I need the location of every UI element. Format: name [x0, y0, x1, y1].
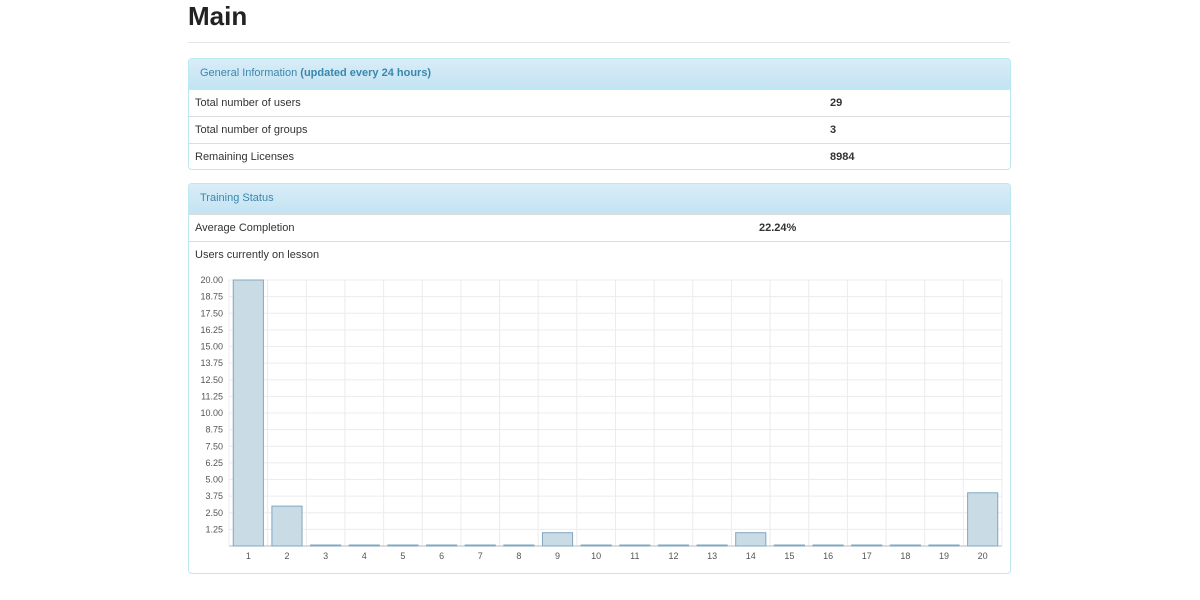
x-tick-label: 9 [555, 551, 560, 561]
bar [773, 544, 805, 547]
bar [696, 544, 728, 547]
general-information-heading: General Information (updated every 24 ho… [189, 59, 1010, 89]
page-title: Main [188, 1, 248, 31]
x-tick-label: 5 [400, 551, 405, 561]
general-heading-label: General Information [200, 67, 298, 79]
x-tick-label: 17 [862, 551, 872, 561]
average-completion-label: Average Completion [195, 222, 295, 234]
remaining-licenses-label: Remaining Licenses [195, 151, 295, 163]
y-tick-label: 11.25 [201, 391, 223, 401]
y-tick-label: 20.00 [200, 275, 223, 285]
x-tick-label: 4 [362, 551, 367, 561]
x-tick-label: 6 [439, 551, 444, 561]
bar [580, 544, 612, 547]
x-tick-label: 10 [591, 551, 601, 561]
x-tick-label: 11 [630, 551, 639, 561]
x-tick-label: 8 [516, 551, 521, 561]
x-tick-label: 7 [478, 551, 483, 561]
x-tick-label: 16 [823, 551, 833, 561]
table-row: Average Completion 22.24% [189, 214, 1010, 241]
bar [928, 544, 960, 547]
y-tick-label: 10.00 [200, 408, 223, 418]
y-tick-label: 2.50 [205, 508, 223, 518]
x-tick-label: 14 [746, 551, 756, 561]
remaining-licenses-value: 8984 [830, 151, 855, 163]
training-heading-label: Training Status [200, 192, 274, 204]
users-on-lesson-label: Users currently on lesson [195, 249, 320, 261]
users-count-label: Total number of users [195, 97, 301, 109]
bar [889, 544, 921, 547]
y-tick-label: 5.00 [205, 475, 223, 485]
y-tick-label: 15.00 [200, 342, 223, 352]
bar [464, 544, 496, 547]
table-row: Total number of groups 3 [189, 116, 1010, 143]
lesson-chart-area: 1.25 2.50 3.75 5.00 6.25 7.50 8.75 10.00 11.25 12… [189, 267, 1010, 573]
x-tick-label: 1 [246, 551, 251, 561]
y-tick-label: 18.75 [200, 292, 223, 302]
training-status-heading: Training Status [189, 184, 1010, 214]
x-tick-label: 13 [707, 551, 717, 561]
bar [387, 544, 419, 547]
training-status-panel: Training Status Average Completion 22.24… [188, 183, 1011, 574]
title-divider [188, 42, 1010, 43]
y-tick-label: 8.75 [205, 425, 223, 435]
y-tick-label: 7.50 [205, 441, 223, 451]
y-tick-label: 13.75 [200, 358, 223, 368]
bar [503, 544, 535, 547]
users-per-lesson-bar-chart: 1.252.503.755.006.257.508.7510.0011.2512… [200, 275, 1003, 561]
x-tick-label: 18 [900, 551, 910, 561]
general-information-panel: General Information (updated every 24 ho… [188, 58, 1011, 170]
bar [735, 532, 767, 547]
bar [851, 544, 883, 547]
bar [967, 492, 999, 547]
table-row: Users currently on lesson [189, 241, 1010, 268]
x-tick-label: 3 [323, 551, 328, 561]
bar [348, 544, 380, 547]
y-tick-label: 12.50 [200, 375, 223, 385]
y-tick-label: 16.25 [200, 325, 223, 335]
bar [271, 505, 303, 547]
table-row: Remaining Licenses 8984 [189, 143, 1010, 170]
bar [541, 532, 574, 547]
y-tick-label: 6.25 [205, 458, 223, 468]
x-tick-label: 15 [784, 551, 794, 561]
bar [426, 544, 458, 547]
x-tick-label: 20 [978, 551, 988, 561]
groups-count-label: Total number of groups [195, 124, 308, 136]
y-tick-label: 1.25 [205, 524, 223, 534]
bar [232, 279, 264, 547]
bar [657, 544, 690, 547]
y-tick-label: 3.75 [205, 491, 223, 501]
x-tick-label: 2 [284, 551, 289, 561]
x-tick-label: 19 [939, 551, 949, 561]
average-completion-value: 22.24% [759, 222, 797, 234]
table-row: Total number of users 29 [189, 89, 1010, 116]
users-count-value: 29 [830, 97, 843, 109]
bar [812, 544, 844, 547]
x-tick-label: 12 [668, 551, 678, 561]
general-heading-note: (updated every 24 hours) [300, 67, 432, 79]
bar [619, 544, 651, 547]
bar [310, 544, 342, 547]
groups-count-value: 3 [830, 124, 837, 136]
y-tick-label: 17.50 [200, 308, 223, 318]
